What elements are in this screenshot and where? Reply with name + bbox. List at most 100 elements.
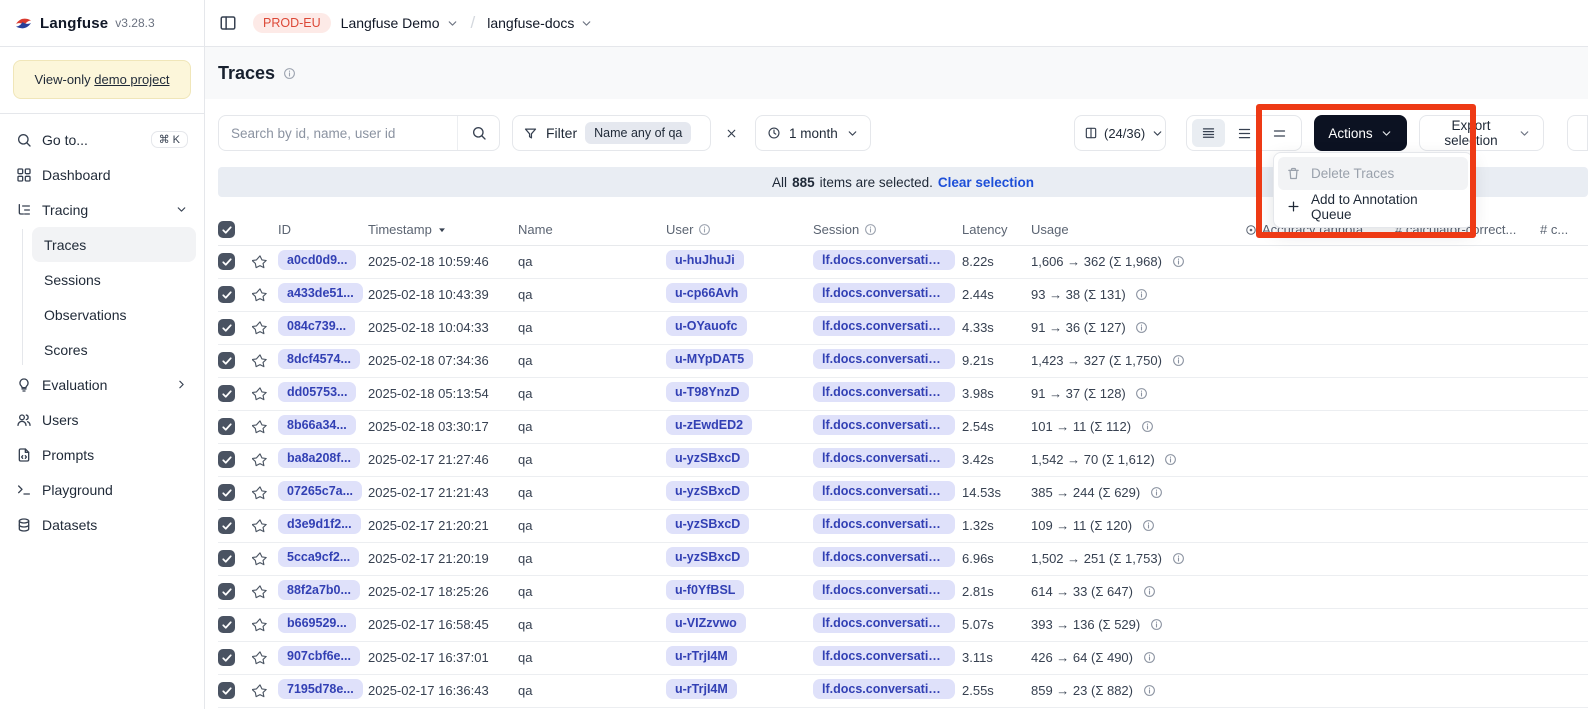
row-checkbox[interactable] [218,616,235,633]
trace-id-badge[interactable]: 5cca9cf2... [278,547,359,567]
sidebar-item-playground[interactable]: Playground [8,472,196,507]
filter-button[interactable]: Filter Name any of qa [512,115,711,151]
sidebar-item-sessions[interactable]: Sessions [32,262,196,297]
trace-id-badge[interactable]: dd05753... [278,382,356,402]
session-badge[interactable]: lf.docs.conversation... [813,514,955,534]
row-checkbox[interactable] [218,649,235,666]
user-badge[interactable]: u-yzSBxcD [666,481,749,501]
user-badge[interactable]: u-cp66Avh [666,283,747,303]
sidebar-item-tracing[interactable]: Tracing [8,192,196,227]
row-height-small-button[interactable] [1192,119,1225,147]
trace-id-badge[interactable]: a0cd0d9... [278,250,356,270]
star-icon[interactable] [252,287,278,303]
column-header-id[interactable]: ID [278,215,368,245]
row-checkbox[interactable] [218,286,235,303]
session-badge[interactable]: lf.docs.conversation... [813,613,955,633]
session-badge[interactable]: lf.docs.conversation... [813,349,955,369]
column-header-latency[interactable]: Latency [962,215,1031,245]
star-icon[interactable] [252,650,278,666]
star-icon[interactable] [252,518,278,534]
session-badge[interactable]: lf.docs.conversation... [813,481,955,501]
star-icon[interactable] [252,386,278,402]
trace-id-badge[interactable]: 07265c7a... [278,481,362,501]
column-header-usage[interactable]: Usage [1031,215,1245,245]
star-icon[interactable] [252,254,278,270]
demo-project-link[interactable]: demo project [94,72,169,87]
user-badge[interactable]: u-zEwdED2 [666,415,752,435]
trace-id-badge[interactable]: 084c739... [278,316,355,336]
star-icon[interactable] [252,353,278,369]
session-badge[interactable]: lf.docs.conversation... [813,547,955,567]
row-checkbox[interactable] [218,385,235,402]
user-badge[interactable]: u-f0YfBSL [666,580,744,600]
select-all-checkbox[interactable] [218,221,235,238]
row-checkbox[interactable] [218,319,235,336]
sidebar-item-scores[interactable]: Scores [32,332,196,367]
trace-id-badge[interactable]: a433de51... [278,283,363,303]
row-checkbox[interactable] [218,550,235,567]
user-badge[interactable]: u-yzSBxcD [666,514,749,534]
column-header-user[interactable]: User [666,215,813,245]
session-badge[interactable]: lf.docs.conversation... [813,415,955,435]
project-selector[interactable]: langfuse-docs [487,15,593,31]
search-icon[interactable] [457,116,499,150]
row-checkbox[interactable] [218,517,235,534]
export-selection-button[interactable]: Export selection [1419,115,1544,151]
trace-id-badge[interactable]: d3e9d1f2... [278,514,361,534]
row-height-large-button[interactable] [1263,119,1296,147]
column-header-session[interactable]: Session [813,215,962,245]
session-badge[interactable]: lf.docs.conversation... [813,283,955,303]
row-checkbox[interactable] [218,451,235,468]
user-badge[interactable]: u-yzSBxcD [666,448,749,468]
session-badge[interactable]: lf.docs.conversation... [813,250,955,270]
star-icon[interactable] [252,452,278,468]
session-badge[interactable]: lf.docs.conversation... [813,316,955,336]
row-checkbox[interactable] [218,583,235,600]
column-visibility-button[interactable]: (24/36) [1074,115,1166,151]
row-checkbox[interactable] [218,484,235,501]
trace-id-badge[interactable]: 7195d78e... [278,679,363,699]
star-icon[interactable] [252,584,278,600]
trace-id-badge[interactable]: 8dcf4574... [278,349,360,369]
column-header-name[interactable]: Name [518,215,666,245]
session-badge[interactable]: lf.docs.conversation... [813,646,955,666]
column-header-c_truncated[interactable]: # c... [1540,215,1588,245]
user-badge[interactable]: u-OYauofc [666,316,747,336]
sidebar-item-traces[interactable]: Traces [32,227,196,262]
session-badge[interactable]: lf.docs.conversation... [813,448,955,468]
star-icon[interactable] [252,683,278,699]
column-header-timestamp[interactable]: Timestamp [368,215,518,245]
sidebar-item-evaluation[interactable]: Evaluation [8,367,196,402]
user-badge[interactable]: u-T98YnzD [666,382,749,402]
trace-id-badge[interactable]: 907cbf6e... [278,646,360,666]
star-icon[interactable] [252,617,278,633]
trace-id-badge[interactable]: 8b66a34... [278,415,356,435]
menu-item-delete-traces[interactable]: Delete Traces [1278,157,1468,190]
search-input[interactable] [219,116,457,150]
star-icon[interactable] [252,419,278,435]
user-badge[interactable]: u-yzSBxcD [666,547,749,567]
row-checkbox[interactable] [218,253,235,270]
session-badge[interactable]: lf.docs.conversation... [813,580,955,600]
user-badge[interactable]: u-rTrjI4M [666,679,737,699]
sidebar-toggle-icon[interactable] [219,14,237,32]
search-box[interactable] [218,115,500,151]
sidebar-item-users[interactable]: Users [8,402,196,437]
clear-selection-link[interactable]: Clear selection [938,175,1034,190]
row-checkbox[interactable] [218,682,235,699]
user-badge[interactable]: u-rTrjI4M [666,646,737,666]
filter-chip[interactable]: Name any of qa [585,122,691,144]
trace-id-badge[interactable]: 88f2a7b0... [278,580,360,600]
sidebar-item-dashboard[interactable]: Dashboard [8,157,196,192]
user-badge[interactable]: u-MYpDAT5 [666,349,753,369]
row-checkbox[interactable] [218,418,235,435]
user-badge[interactable]: u-VIZzvwo [666,613,746,633]
user-badge[interactable]: u-huJhuJi [666,250,744,270]
sidebar-item-datasets[interactable]: Datasets [8,507,196,542]
trace-id-badge[interactable]: ba8a208f... [278,448,360,468]
trace-id-badge[interactable]: b669529... [278,613,356,633]
sidebar-item-go-to[interactable]: Go to...⌘ K [8,122,196,157]
column-header-select[interactable] [218,215,252,245]
menu-item-add-to-annotation-queue[interactable]: Add to Annotation Queue [1278,190,1468,223]
clear-filter-icon[interactable] [721,123,742,144]
